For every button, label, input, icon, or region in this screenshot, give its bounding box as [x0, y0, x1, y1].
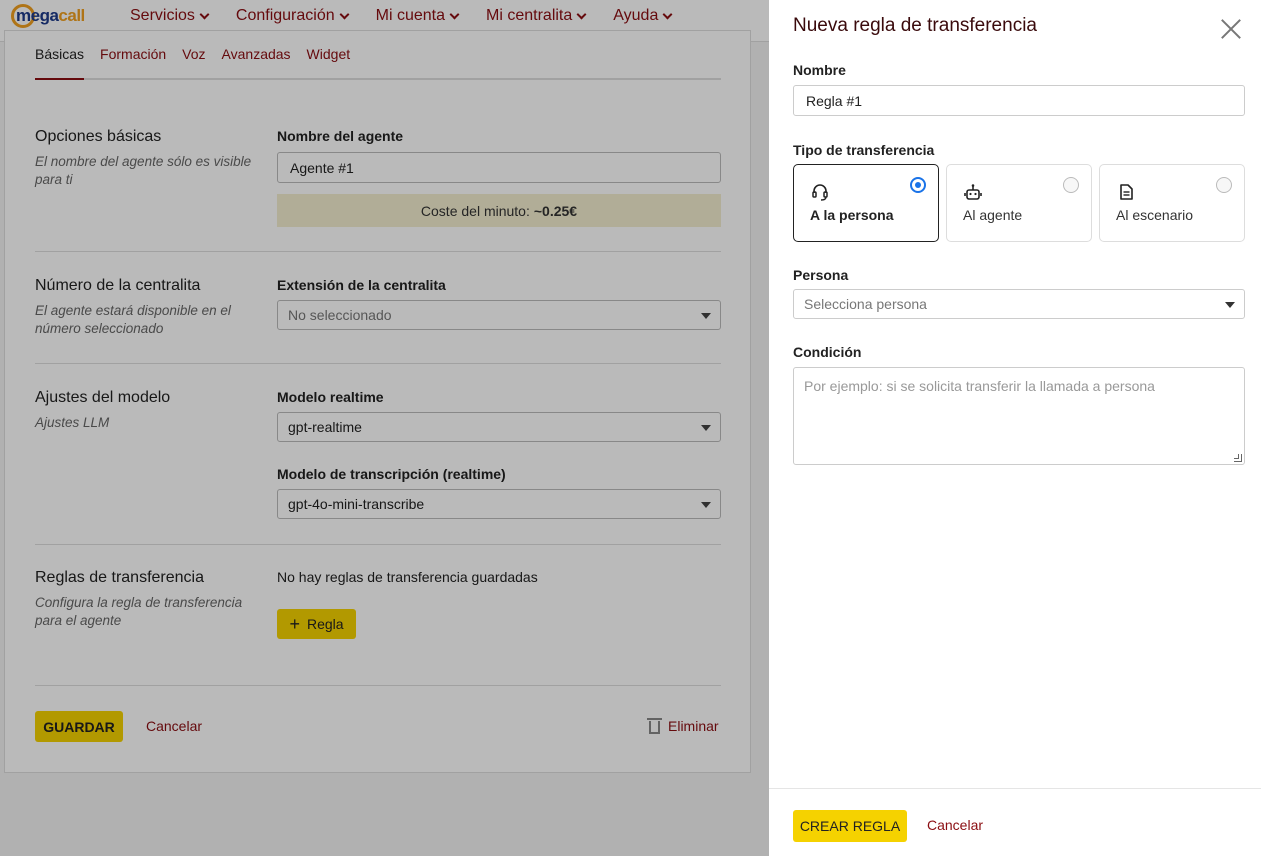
condition-textarea[interactable]: Por ejemplo: si se solicita transferir l… [793, 367, 1245, 465]
rule-name-input[interactable]: Regla #1 [793, 85, 1245, 116]
person-select[interactable]: Selecciona persona [793, 289, 1245, 319]
drawer-footer: CREAR REGLA Cancelar [769, 788, 1261, 856]
caret-down-icon [1225, 302, 1235, 308]
transfer-type-label: Tipo de transferencia [793, 142, 935, 158]
type-card-escenario[interactable]: Al escenario [1099, 164, 1245, 242]
close-icon[interactable] [1220, 18, 1242, 40]
radio-persona[interactable] [910, 177, 926, 193]
robot-icon [964, 184, 982, 200]
create-rule-button[interactable]: CREAR REGLA [793, 810, 907, 842]
new-rule-drawer: Nueva regla de transferencia Nombre Regl… [769, 0, 1261, 856]
condition-label: Condición [793, 344, 862, 360]
rule-name-label: Nombre [793, 62, 846, 78]
headset-icon [812, 184, 828, 201]
radio-escenario[interactable] [1216, 177, 1232, 193]
drawer-title: Nueva regla de transferencia [793, 15, 1037, 36]
resize-handle-icon[interactable] [1234, 454, 1242, 462]
type-label-escenario: Al escenario [1116, 207, 1194, 223]
type-label-persona: A la persona [810, 207, 894, 223]
type-card-agente[interactable]: Al agente [946, 164, 1092, 242]
radio-agente[interactable] [1063, 177, 1079, 193]
type-label-agente: Al agente [963, 207, 1023, 223]
document-icon [1120, 184, 1133, 200]
type-card-persona[interactable]: A la persona [793, 164, 939, 242]
person-label: Persona [793, 267, 849, 283]
drawer-cancel-link[interactable]: Cancelar [927, 817, 983, 833]
